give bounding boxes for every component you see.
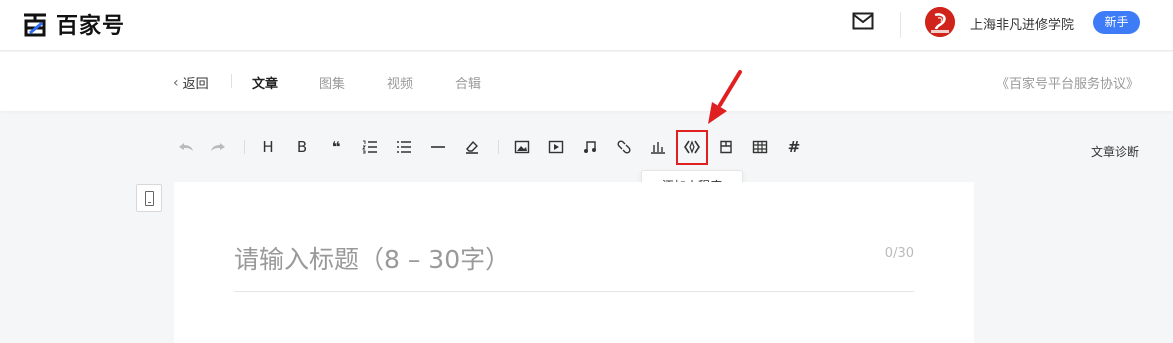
redo-icon[interactable] <box>208 136 228 158</box>
highlight-box <box>676 130 708 165</box>
top-header: 百家号 上海非凡进修学院 新手 <box>0 0 1173 51</box>
bold-button[interactable]: B <box>292 136 312 158</box>
editor-toolbar: H B ❝ # <box>176 136 816 158</box>
mobile-preview-button[interactable] <box>136 184 162 212</box>
link-icon[interactable] <box>614 136 634 158</box>
table-icon[interactable] <box>750 136 770 158</box>
tabs-divider <box>231 74 232 88</box>
template-icon[interactable] <box>716 136 736 158</box>
title-char-counter: 0/30 <box>884 246 914 261</box>
username[interactable]: 上海非凡进修学院 <box>970 14 1074 33</box>
back-button[interactable]: ‹ 返回 <box>173 73 209 93</box>
toolbar-separator <box>244 140 245 154</box>
chevron-left-icon: ‹ <box>173 74 179 91</box>
tab-video[interactable]: 视频 <box>387 73 413 92</box>
mail-icon[interactable] <box>852 12 874 30</box>
topic-hashtag-button[interactable]: # <box>784 136 804 158</box>
baijiahao-logo[interactable]: 百家号 <box>22 9 125 39</box>
undo-icon[interactable] <box>176 136 196 158</box>
music-icon[interactable] <box>580 136 600 158</box>
editor-area[interactable]: 请输入标题（8 – 30字） 0/30 <box>174 182 974 343</box>
red-arrow-icon <box>708 70 742 124</box>
title-underline <box>234 291 914 292</box>
toolbar-separator <box>498 140 499 154</box>
clear-format-icon[interactable] <box>462 136 482 158</box>
divider-line-icon[interactable] <box>428 136 448 158</box>
back-label: 返回 <box>182 77 209 92</box>
service-agreement-link[interactable]: 《百家号平台服务协议》 <box>996 73 1139 92</box>
baijiahao-logo-icon <box>24 13 46 37</box>
newbie-badge[interactable]: 新手 <box>1093 11 1140 34</box>
tab-gallery[interactable]: 图集 <box>319 73 345 92</box>
avatar-logo-icon <box>925 7 955 37</box>
image-icon[interactable] <box>512 136 532 158</box>
header-divider <box>900 12 901 38</box>
tab-collection[interactable]: 合辑 <box>455 73 481 92</box>
unordered-list-icon[interactable] <box>394 136 414 158</box>
ordered-list-icon[interactable] <box>360 136 380 158</box>
chart-icon[interactable] <box>648 136 668 158</box>
quote-button[interactable]: ❝ <box>326 136 346 158</box>
heading-button[interactable]: H <box>258 136 278 158</box>
avatar[interactable] <box>925 7 955 37</box>
logo-text: 百家号 <box>56 14 126 39</box>
title-input[interactable]: 请输入标题（8 – 30字） <box>234 240 510 276</box>
content-type-tabs: ‹ 返回 文章 图集 视频 合辑 《百家号平台服务协议》 <box>0 52 1173 111</box>
video-icon[interactable] <box>546 136 566 158</box>
phone-icon <box>145 191 154 206</box>
article-diagnosis-button[interactable]: 文章诊断 <box>1091 143 1139 160</box>
tab-article[interactable]: 文章 <box>252 73 278 92</box>
